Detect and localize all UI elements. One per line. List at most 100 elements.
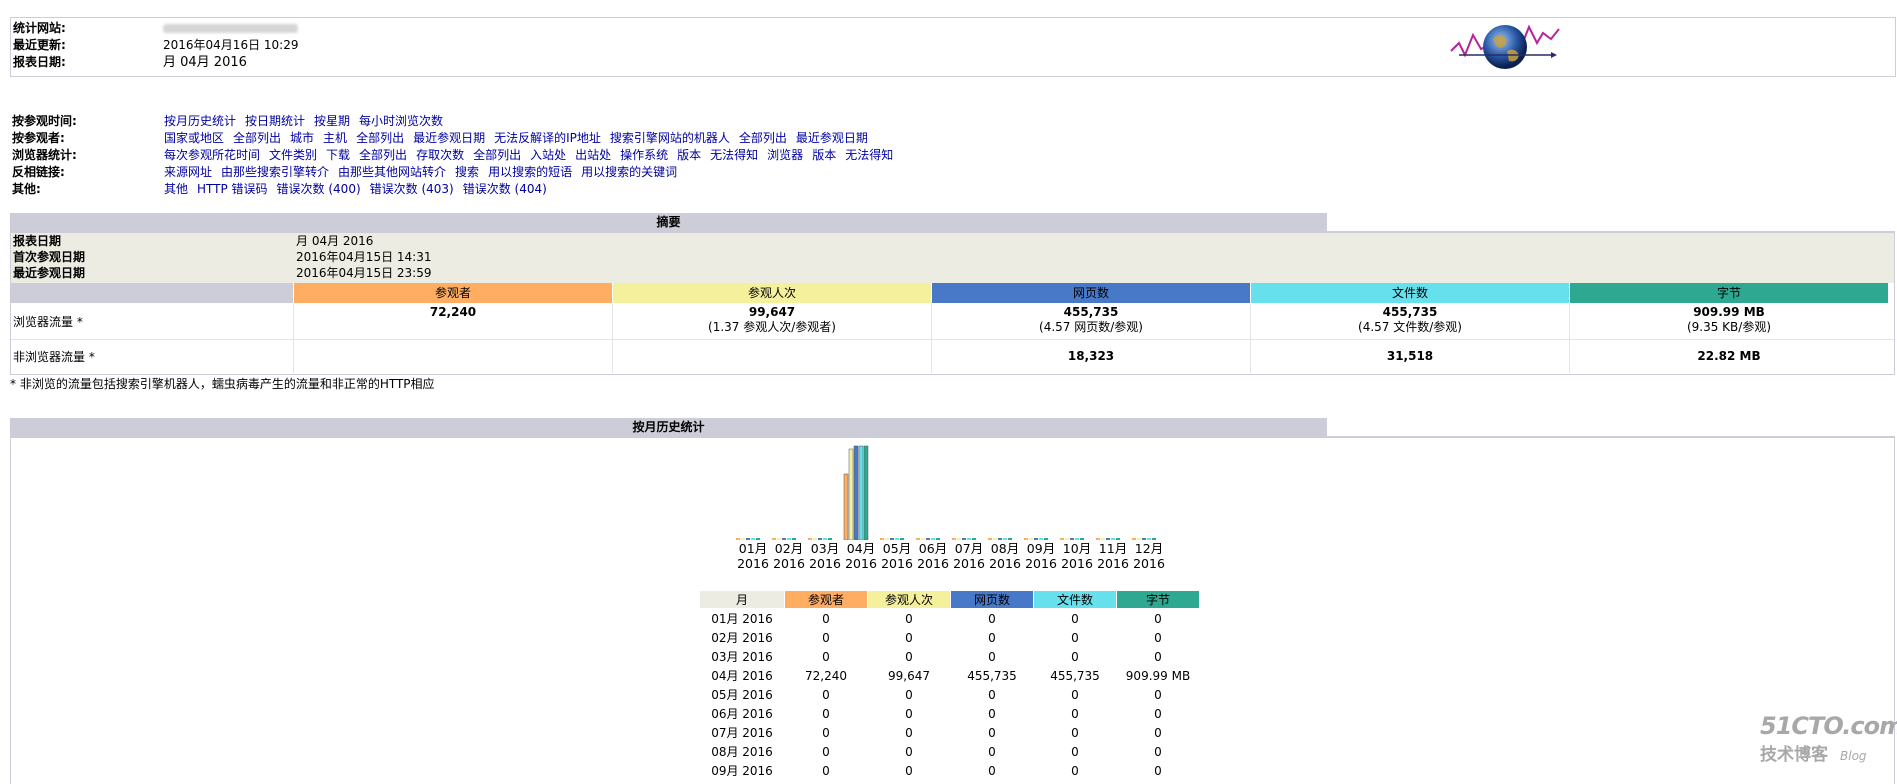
chart-x-label-month: 10月 <box>1062 541 1092 556</box>
chart-x-label: 08月 2016 <box>987 541 1023 571</box>
monthly-cell: 72,240 <box>805 668 847 683</box>
chart-bar-4-2 <box>848 448 854 540</box>
summary-title-bar: 摘要 <box>10 213 1327 231</box>
monthly-cell: 07月 2016 <box>711 726 773 740</box>
nav-link[interactable]: HTTP 错误码 <box>197 182 268 196</box>
summary-col-header: 参观人次 <box>613 283 931 303</box>
nav-link[interactable]: 其他 <box>164 182 188 196</box>
chart-bar-9-4 <box>1039 538 1043 540</box>
summary-col-header: 参观者 <box>294 283 612 303</box>
chart-bar-5-4 <box>895 538 899 540</box>
nonbrowser-traffic-value: 31,518 <box>1386 349 1434 363</box>
nav-link[interactable]: 入站处 <box>530 148 566 162</box>
chart-bar-11-5 <box>1116 538 1120 540</box>
nav-link[interactable]: 文件类别 <box>269 148 317 162</box>
nav-link[interactable]: 按星期 <box>314 114 350 128</box>
nav-row-label: 按参观者: <box>12 131 65 145</box>
nav-link[interactable]: 用以搜索的关键词 <box>581 165 677 179</box>
nav-row-links: 每次参观所花时间 文件类别 下载 全部列出 存取次数 全部列出 入站处 出站处 操作系统 版本 无法… <box>164 147 902 164</box>
nav-link[interactable]: 国家或地区 <box>164 131 224 145</box>
nav-link[interactable]: 存取次数 <box>416 148 464 162</box>
first-visit-value: 2016年04月15日 14:31 <box>296 250 432 264</box>
chart-bar-6-5 <box>936 538 940 540</box>
monthly-cell: 0 <box>1154 630 1162 645</box>
chart-x-label-year: 2016 <box>773 556 805 571</box>
nav-link[interactable]: 操作系统 <box>620 148 668 162</box>
nav-link[interactable]: 全部列出 <box>356 131 404 145</box>
chart-bar-8-4 <box>1003 538 1007 540</box>
nav-link[interactable]: 城市 <box>290 131 314 145</box>
nav-link[interactable]: 无法得知 <box>710 148 758 162</box>
monthly-cell: 0 <box>1154 649 1162 664</box>
monthly-cell: 0 <box>1154 706 1162 721</box>
chart-bar-8-2 <box>993 538 997 540</box>
nav-link[interactable]: 版本 <box>812 148 836 162</box>
site-value-blurred <box>163 20 298 38</box>
browser-traffic-value: 909.99 MB <box>1693 305 1765 319</box>
chart-bar-4-3 <box>853 445 859 540</box>
nav-link[interactable]: 出站处 <box>575 148 611 162</box>
chart-bar-3-2 <box>813 538 817 540</box>
nav-link[interactable]: 按日期统计 <box>245 114 305 128</box>
nav-link[interactable]: 最近参观日期 <box>796 131 868 145</box>
monthly-cell: 0 <box>822 611 830 626</box>
nav-link[interactable]: 每次参观所花时间 <box>164 148 260 162</box>
chart-bar-9-1 <box>1024 538 1028 540</box>
nav-link[interactable]: 按月历史统计 <box>164 114 236 128</box>
watermark-sub: 技术博客 <box>1760 745 1828 765</box>
chart-bar-10-4 <box>1075 538 1079 540</box>
nav-link[interactable]: 每小时浏览次数 <box>359 114 443 128</box>
chart-bar-10-1 <box>1060 538 1064 540</box>
monthly-cell: 0 <box>822 744 830 759</box>
monthly-cell: 0 <box>905 744 913 759</box>
nav-link[interactable]: 全部列出 <box>233 131 281 145</box>
browser-traffic-sub: (9.35 KB/参观) <box>1686 320 1772 334</box>
chart-bar-5-2 <box>885 538 889 540</box>
monthly-header-row: 月参观者 参观人次 网页数 文件数 字节 <box>699 590 1200 609</box>
nav-link[interactable]: 错误次数 (404) <box>463 182 547 196</box>
chart-x-label: 11月 2016 <box>1095 541 1131 571</box>
nav-link[interactable]: 错误次数 (403) <box>370 182 454 196</box>
monthly-cell: 0 <box>905 706 913 721</box>
nav-link[interactable]: 浏览器 <box>767 148 803 162</box>
nav-link[interactable]: 全部列出 <box>473 148 521 162</box>
monthly-cell: 0 <box>988 611 996 626</box>
nav-link[interactable]: 用以搜索的短语 <box>488 165 572 179</box>
chart-x-label: 02月 2016 <box>771 541 807 571</box>
nav-link[interactable]: 错误次数 (400) <box>277 182 361 196</box>
monthly-cell: 0 <box>988 630 996 645</box>
chart-bar-2-5 <box>792 538 796 540</box>
chart-bar-12-2 <box>1137 538 1141 540</box>
column-divider <box>612 303 613 373</box>
monthly-cell: 0 <box>1071 611 1079 626</box>
nav-link[interactable]: 搜索引擎网站的机器人 <box>610 131 730 145</box>
nav-link[interactable]: 最近参观日期 <box>413 131 485 145</box>
nav-link[interactable]: 无法反解译的IP地址 <box>494 131 601 145</box>
nav-link[interactable]: 下载 <box>326 148 350 162</box>
chart-bar-9-2 <box>1029 538 1033 540</box>
nav-link[interactable]: 无法得知 <box>845 148 893 162</box>
nav-link[interactable]: 主机 <box>323 131 347 145</box>
chart-bar-2-1 <box>772 538 776 540</box>
monthly-cell: 455,735 <box>967 668 1017 683</box>
nav-link[interactable]: 由那些其他网站转介 <box>338 165 446 179</box>
chart-x-label: 06月 2016 <box>915 541 951 571</box>
monthly-row: 07月 2016 0 0 0 0 0 <box>700 723 1200 742</box>
chart-x-label-month: 02月 <box>774 541 804 556</box>
nav-link[interactable]: 全部列出 <box>739 131 787 145</box>
nav-link[interactable]: 全部列出 <box>359 148 407 162</box>
nav-link[interactable]: 搜索 <box>455 165 479 179</box>
nav-link[interactable]: 由那些搜索引擎转介 <box>221 165 329 179</box>
monthly-bar-chart <box>736 445 1156 540</box>
chart-x-label-month: 12月 <box>1134 541 1164 556</box>
monthly-cell: 05月 2016 <box>711 688 773 702</box>
chart-bar-4-4 <box>858 445 864 540</box>
chart-x-label-year: 2016 <box>1025 556 1057 571</box>
browser-traffic-label: 浏览器流量 * <box>13 315 83 329</box>
monthly-cell: 0 <box>1071 744 1079 759</box>
chart-bar-3-4 <box>823 538 827 540</box>
nav-link[interactable]: 来源网址 <box>164 165 212 179</box>
nav-link[interactable]: 版本 <box>677 148 701 162</box>
browser-traffic-value: 455,735 <box>1063 305 1119 319</box>
summary-header-blank <box>11 283 293 303</box>
